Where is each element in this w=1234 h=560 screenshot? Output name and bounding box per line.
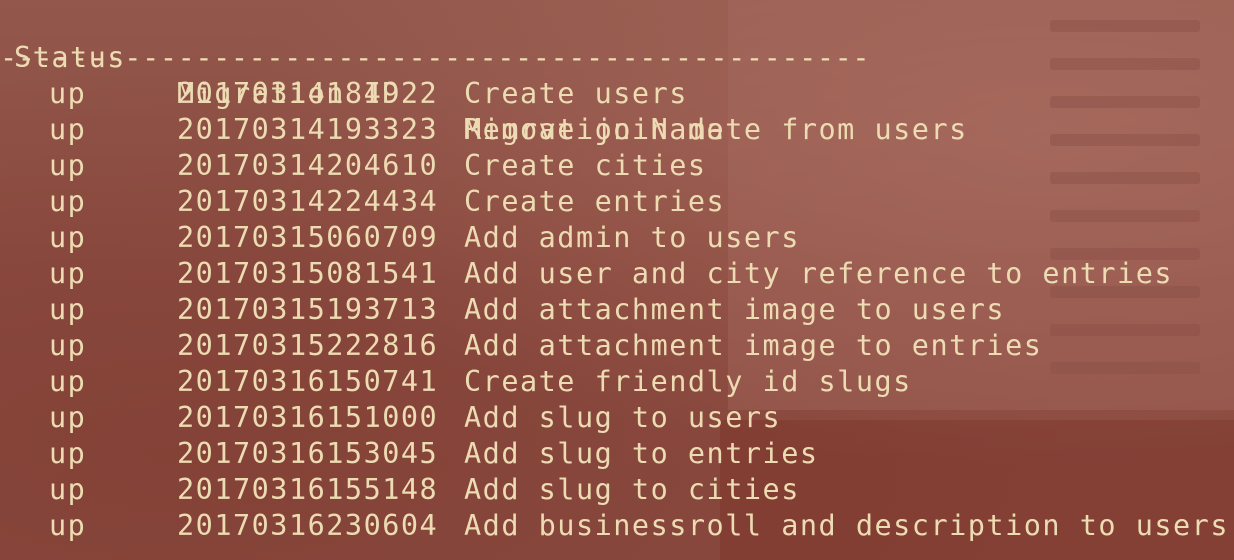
migration-id: 20170316230604: [177, 509, 439, 542]
migration-id: 20170315222816: [177, 329, 439, 362]
migration-id: 20170314204610: [177, 149, 439, 182]
migration-id: 20170316155148: [177, 473, 439, 506]
migration-name: Create friendly id slugs: [464, 365, 912, 398]
migration-id: 20170316151000: [177, 401, 439, 434]
migration-name: Add slug to entries: [464, 437, 819, 470]
migration-status: up: [49, 473, 87, 506]
migration-name: Add businessroll and description to user…: [464, 509, 1229, 542]
migration-status: up: [49, 401, 87, 434]
migration-status: up: [49, 329, 87, 362]
migration-id: 20170314184922: [177, 77, 439, 110]
migration-name: Create users: [464, 77, 688, 110]
migration-name: Add admin to users: [464, 221, 800, 254]
migration-id: 20170314193323: [177, 113, 439, 146]
migration-status: up: [49, 509, 87, 542]
migration-id: 20170314224434: [177, 185, 439, 218]
migration-status: up: [49, 113, 87, 146]
migration-id: 20170315081541: [177, 257, 439, 290]
migration-status: up: [49, 185, 87, 218]
migration-name: Add slug to cities: [464, 473, 800, 506]
migration-name: Add attachment image to entries: [464, 329, 1043, 362]
migration-status: up: [49, 149, 87, 182]
migration-name: Add slug to users: [464, 401, 782, 434]
migration-id: 20170315193713: [177, 293, 439, 326]
migration-name: Create entries: [464, 185, 726, 218]
migration-status: up: [49, 293, 87, 326]
migration-status: up: [49, 437, 87, 470]
terminal-output[interactable]: Status Migration ID Migration Name -----…: [0, 0, 1234, 560]
migration-name: Remove join date from users: [464, 113, 968, 146]
header-separator: ----------------------------------------…: [0, 41, 871, 74]
migration-status: up: [49, 257, 87, 290]
migration-name: Create cities: [464, 149, 707, 182]
table-header: Status Migration ID Migration Name: [0, 4, 724, 146]
migration-name: Add attachment image to users: [464, 293, 1006, 326]
migration-status: up: [49, 221, 87, 254]
migration-id: 20170316153045: [177, 437, 439, 470]
migration-status: up: [49, 365, 87, 398]
migration-status: up: [49, 77, 87, 110]
migration-name: Add user and city reference to entries: [464, 257, 1174, 290]
migration-id: 20170316150741: [177, 365, 439, 398]
migration-id: 20170315060709: [177, 221, 439, 254]
